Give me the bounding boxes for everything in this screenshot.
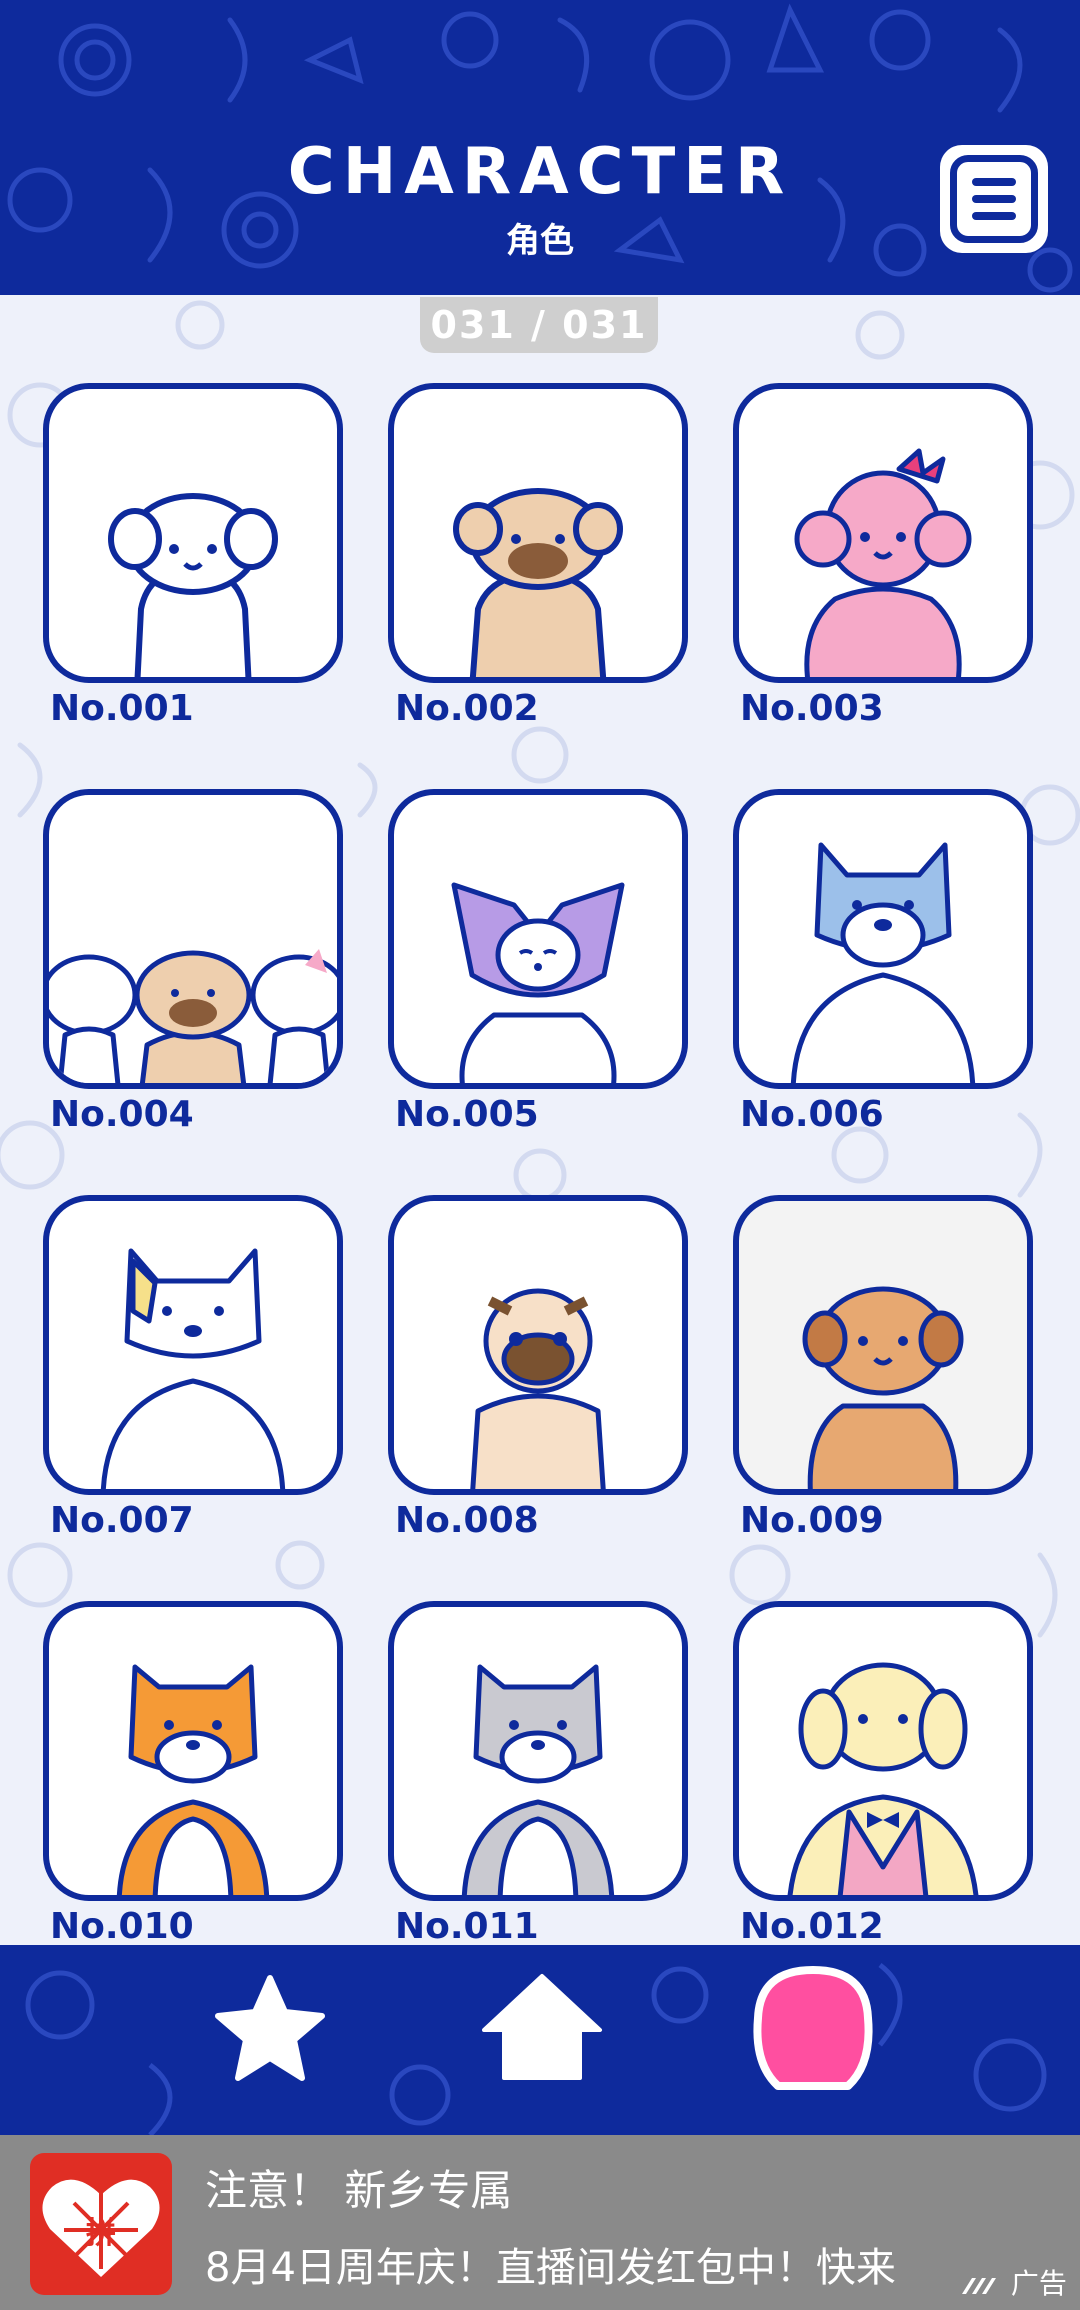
character-label-010: No.010 (50, 1906, 194, 1945)
bottom-navigation (0, 1945, 1080, 2135)
app-header: CHARACTER 角色 (0, 0, 1080, 295)
character-label-006: No.006 (740, 1094, 884, 1135)
dog-003-icon (794, 448, 972, 677)
character-card-009[interactable] (733, 1195, 1033, 1495)
dog-011-icon (461, 1664, 615, 1895)
dog-012-icon (787, 1662, 979, 1895)
dog-006-icon (790, 842, 976, 1083)
app-logo-icon: 拼 (42, 2179, 160, 2277)
character-card-005[interactable] (388, 789, 688, 1089)
character-label-012: No.012 (740, 1906, 884, 1945)
dog-010-icon (116, 1664, 270, 1895)
character-card-012[interactable] (733, 1601, 1033, 1901)
ad-brand-icon (962, 2278, 996, 2294)
dog-face-icon (753, 1966, 873, 2090)
star-icon (215, 1975, 325, 2081)
ad-tag-text: 广告 (1010, 2267, 1067, 2300)
dog-009-icon (802, 1286, 964, 1489)
character-label-004: No.004 (50, 1094, 194, 1135)
dog-007-icon (100, 1248, 286, 1489)
character-card-006[interactable] (733, 789, 1033, 1089)
home-icon (482, 1974, 602, 2080)
ad-logo[interactable]: 拼 (30, 2153, 172, 2295)
ad-banner[interactable]: 拼 注意！ 新乡专属 8月4日周年庆！直播间发红包中！快来 (0, 2135, 1080, 2310)
page-subtitle: 角色 (506, 221, 574, 261)
character-card-007[interactable] (43, 1195, 343, 1495)
page-title: CHARACTER (287, 135, 793, 209)
collection-counter: 031 / 031 (420, 297, 658, 353)
nav-characters[interactable] (738, 1960, 888, 2100)
dog-008-icon (470, 1288, 606, 1489)
character-label-008: No.008 (395, 1500, 539, 1541)
ad-description: 8月4日周年庆！直播间发红包中！快来 (205, 2245, 896, 2291)
character-card-001[interactable] (43, 383, 343, 683)
hamburger-menu-icon (950, 155, 1038, 243)
character-card-008[interactable] (388, 1195, 688, 1495)
character-card-003[interactable] (733, 383, 1033, 683)
character-label-011: No.011 (395, 1906, 539, 1945)
character-card-002[interactable] (388, 383, 688, 683)
dog-002-icon (453, 488, 623, 677)
character-label-002: No.002 (395, 688, 539, 729)
character-label-007: No.007 (50, 1500, 194, 1541)
dog-005-icon (451, 882, 625, 1083)
nav-favorites[interactable] (210, 1970, 330, 2090)
ad-label: 广告 (960, 2262, 1067, 2302)
menu-button[interactable] (940, 145, 1048, 253)
svg-text:拼: 拼 (86, 2216, 116, 2251)
ad-headline: 注意！ 新乡专属 (205, 2166, 513, 2215)
character-label-009: No.009 (740, 1500, 884, 1541)
character-label-001: No.001 (50, 688, 194, 729)
dog-004-icon (49, 949, 337, 1083)
character-card-011[interactable] (388, 1601, 688, 1901)
character-label-005: No.005 (395, 1094, 539, 1135)
nav-home[interactable] (480, 1970, 605, 2090)
dog-001-icon (108, 493, 278, 677)
character-label-003: No.003 (740, 688, 884, 729)
character-card-004[interactable] (43, 789, 343, 1089)
character-grid: 031 / 031 No.001 No.002 No.003 No.004 No… (0, 295, 1080, 1945)
character-card-010[interactable] (43, 1601, 343, 1901)
